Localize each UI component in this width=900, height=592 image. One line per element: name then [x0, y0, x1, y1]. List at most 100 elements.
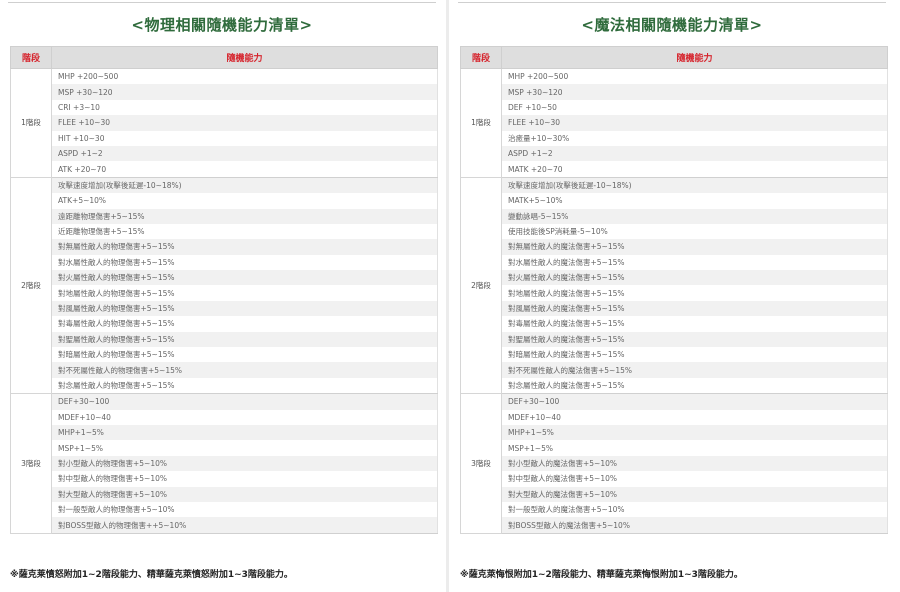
ability-cell: 對念屬性敵人的物理傷害+5~15%: [51, 377, 438, 395]
table-row: 2階段 攻擊速度增加(攻擊後延遲-10~18%): [10, 176, 438, 395]
table-row: 對暗屬性敵人的魔法傷害+5~15%: [461, 347, 888, 363]
physical-title: <物理相關隨機能力清單>: [131, 16, 313, 34]
ability-cell: 對火屬性敵人的物理傷害+5~15%: [51, 270, 438, 286]
magic-ability-table: 階段 隨機能力 1階段 MHP +200~500 MSP +30~120 DEF +1…: [460, 46, 888, 534]
ability-cell: 對無屬性敵人的物理傷害+5~15%: [51, 239, 438, 255]
table-row: 3階段 DEF+30~100: [10, 393, 438, 534]
ability-cell: 治癒量+10~30%: [501, 130, 888, 146]
ability-cell: 對火屬性敵人的魔法傷害+5~15%: [501, 270, 888, 286]
ability-cell: MSP+1~5%: [51, 440, 438, 456]
tier-cell: 3階段: [460, 393, 502, 534]
table-row: MHP+1~5%: [461, 424, 888, 441]
ability-cell: 對BOSS型敵人的魔法傷害+5~10%: [501, 517, 888, 534]
table-row: MATK+5~10%: [461, 193, 888, 209]
table-row: 對念屬性敵人的魔法傷害+5~15%: [461, 377, 888, 395]
ability-header: 隨機能力: [51, 46, 438, 69]
ability-cell: 對念屬性敵人的魔法傷害+5~15%: [501, 377, 888, 395]
tier-cell: 1階段: [460, 68, 502, 178]
ability-cell: 對不死屬性敵人的物理傷害+5~15%: [51, 362, 438, 378]
ability-cell: MDEF+10~40: [51, 409, 438, 425]
table-row: 對不死屬性敵人的魔法傷害+5~15%: [461, 362, 888, 378]
table-row: MSP+1~5%: [11, 440, 438, 456]
table-row: 治癒量+10~30%: [461, 130, 888, 146]
table-row: 1階段 MHP +200~500: [10, 68, 438, 178]
ability-cell: 對中型敵人的物理傷害+5~10%: [51, 471, 438, 487]
ability-cell: 對大型敵人的物理傷害+5~10%: [51, 486, 438, 502]
ability-cell: 對水屬性敵人的魔法傷害+5~15%: [501, 254, 888, 271]
ability-cell: MATK+5~10%: [501, 193, 888, 209]
table-row: ASPD +1~2: [11, 145, 438, 162]
ability-cell: 對無屬性敵人的魔法傷害+5~15%: [501, 239, 888, 255]
table-row: ATK+5~10%: [11, 193, 438, 209]
table-row: 對聖屬性敵人的物理傷害+5~15%: [11, 331, 438, 348]
table-row: 對BOSS型敵人的物理傷害++5~10%: [11, 517, 438, 534]
ability-cell: MHP+1~5%: [501, 424, 888, 441]
ability-cell: 對暗屬性敵人的魔法傷害+5~15%: [501, 347, 888, 363]
ability-cell: 對不死屬性敵人的魔法傷害+5~15%: [501, 362, 888, 378]
table-row: 對水屬性敵人的物理傷害+5~15%: [11, 254, 438, 271]
ability-cell: ATK+5~10%: [51, 193, 438, 209]
ability-cell: DEF +10~50: [501, 99, 888, 116]
ability-cell: FLEE +10~30: [501, 115, 888, 131]
ability-cell: 對毒屬性敵人的物理傷害+5~15%: [51, 316, 438, 332]
ability-cell: FLEE +10~30: [51, 115, 438, 131]
ability-cell: 對一般型敵人的魔法傷害+5~10%: [501, 501, 888, 518]
table-row: 對一般型敵人的物理傷害+5~10%: [11, 501, 438, 518]
ability-cell: 近距離物理傷害+5~15%: [51, 223, 438, 240]
ability-cell: ASPD +1~2: [501, 145, 888, 162]
table-row: 對火屬性敵人的魔法傷害+5~15%: [461, 270, 888, 286]
table-row: 2階段 攻擊速度增加(攻擊後延遲-10~18%): [460, 176, 888, 395]
ability-cell: 攻擊速度增加(攻擊後延遲-10~18%): [51, 176, 438, 194]
table-row: 對暗屬性敵人的物理傷害+5~15%: [11, 347, 438, 363]
table-row: MATK +20~70: [461, 161, 888, 178]
ability-cell: MHP+1~5%: [51, 424, 438, 441]
table-row: 變動詠唱-5~15%: [461, 208, 888, 224]
table-row: 對聖屬性敵人的魔法傷害+5~15%: [461, 331, 888, 348]
table-row: 對毒屬性敵人的魔法傷害+5~15%: [461, 316, 888, 332]
table-row: 對大型敵人的魔法傷害+5~10%: [461, 486, 888, 502]
ability-cell: 對大型敵人的魔法傷害+5~10%: [501, 486, 888, 502]
ability-cell: 遠距離物理傷害+5~15%: [51, 208, 438, 224]
table-row: CRI +3~10: [11, 99, 438, 116]
ability-cell: 使用技能後SP消耗量-5~10%: [501, 223, 888, 240]
table-row: 對小型敵人的物理傷害+5~10%: [11, 455, 438, 472]
table-row: 對大型敵人的物理傷害+5~10%: [11, 486, 438, 502]
table-row: FLEE +10~30: [11, 115, 438, 131]
table-row: 對無屬性敵人的魔法傷害+5~15%: [461, 239, 888, 255]
ability-cell: 對地屬性敵人的魔法傷害+5~15%: [501, 285, 888, 301]
ability-cell: 對聖屬性敵人的魔法傷害+5~15%: [501, 331, 888, 348]
table-row: 對不死屬性敵人的物理傷害+5~15%: [11, 362, 438, 378]
table-row: DEF +10~50: [461, 99, 888, 116]
ability-cell: ATK +20~70: [51, 161, 438, 178]
tier-cell: 3階段: [10, 393, 52, 534]
ability-cell: 對中型敵人的魔法傷害+5~10%: [501, 471, 888, 487]
table-row: 對中型敵人的魔法傷害+5~10%: [461, 471, 888, 487]
ability-cell: MHP +200~500: [51, 68, 438, 85]
table-row: MSP +30~120: [461, 84, 888, 100]
ability-cell: 對BOSS型敵人的物理傷害++5~10%: [51, 517, 438, 534]
table-row: 1階段 MHP +200~500: [460, 68, 888, 178]
table-row: 近距離物理傷害+5~15%: [11, 223, 438, 240]
tier-cell: 2階段: [10, 176, 52, 395]
ability-cell: DEF+30~100: [51, 393, 438, 410]
table-row: 對風屬性敵人的物理傷害+5~15%: [11, 300, 438, 317]
ability-cell: 變動詠唱-5~15%: [501, 208, 888, 224]
tier-cell: 2階段: [460, 176, 502, 395]
table-row: 對無屬性敵人的物理傷害+5~15%: [11, 239, 438, 255]
table-row: 使用技能後SP消耗量-5~10%: [461, 223, 888, 240]
table-row: 對地屬性敵人的魔法傷害+5~15%: [461, 285, 888, 301]
table-row: 對火屬性敵人的物理傷害+5~15%: [11, 270, 438, 286]
table-row: HIT +10~30: [11, 130, 438, 146]
table-row: 對中型敵人的物理傷害+5~10%: [11, 471, 438, 487]
ability-cell: 對一般型敵人的物理傷害+5~10%: [51, 501, 438, 518]
table-row: 對風屬性敵人的魔法傷害+5~15%: [461, 300, 888, 317]
table-row: 對念屬性敵人的物理傷害+5~15%: [11, 377, 438, 395]
ability-cell: 攻擊速度增加(攻擊後延遲-10~18%): [501, 176, 888, 194]
ability-cell: 對水屬性敵人的物理傷害+5~15%: [51, 254, 438, 271]
table-row: MHP+1~5%: [11, 424, 438, 441]
ability-cell: MHP +200~500: [501, 68, 888, 85]
tier-cell: 1階段: [10, 68, 52, 178]
ability-cell: MSP +30~120: [51, 84, 438, 100]
table-row: MSP +30~120: [11, 84, 438, 100]
ability-cell: MSP+1~5%: [501, 440, 888, 456]
